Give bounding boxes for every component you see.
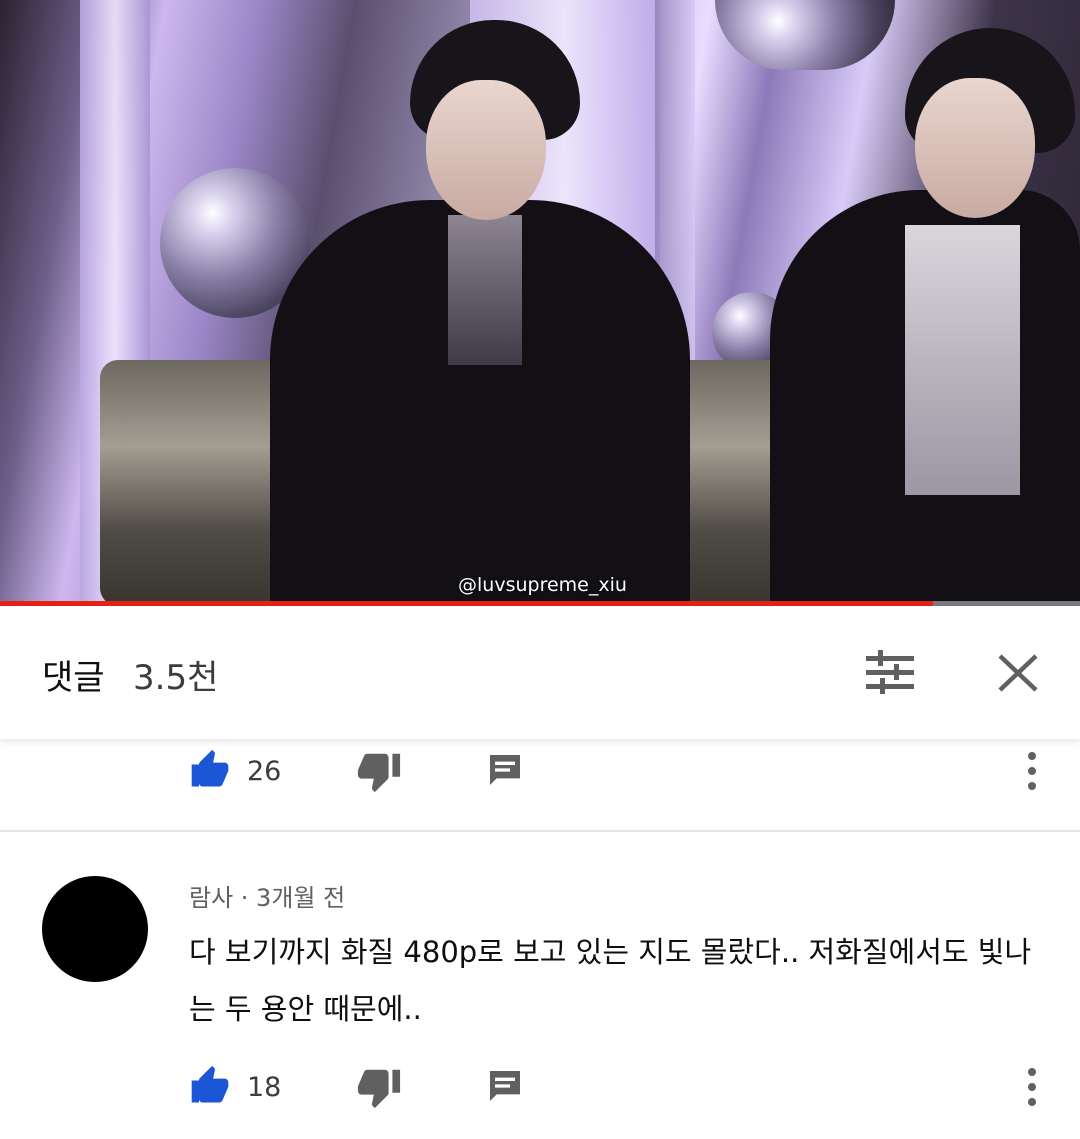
close-icon <box>998 654 1038 692</box>
avatar[interactable] <box>42 876 148 982</box>
person-right-shirt <box>905 225 1020 495</box>
person-right-face <box>915 78 1035 218</box>
more-options-button[interactable] <box>1018 1064 1046 1110</box>
more-options-button[interactable] <box>1018 748 1046 794</box>
thumbs-down-icon <box>357 753 401 793</box>
comments-title: 댓글 <box>42 658 105 698</box>
mirror-ball <box>715 0 895 70</box>
comment-meta: 람사 · 3개월 전 <box>189 884 346 912</box>
sort-button[interactable] <box>858 644 922 702</box>
video-player[interactable]: @luvsupreme_xiu <box>0 0 1080 606</box>
more-vert-icon <box>1028 752 1036 790</box>
like-count: 18 <box>247 1072 282 1103</box>
person-left-shirt <box>448 215 522 365</box>
like-button[interactable] <box>188 748 232 792</box>
like-button[interactable] <box>188 1064 232 1108</box>
video-watermark: @luvsupreme_xiu <box>458 574 627 596</box>
comment-actions: 26 <box>0 738 1080 802</box>
reply-button[interactable] <box>485 750 525 790</box>
reply-button[interactable] <box>485 1066 525 1106</box>
thumbs-down-icon <box>357 1069 401 1109</box>
comment-divider <box>0 830 1080 832</box>
dislike-button[interactable] <box>356 1064 402 1110</box>
reply-comment-icon <box>490 1071 520 1101</box>
dislike-button[interactable] <box>356 748 402 794</box>
comments-panel-header: 댓글 3.5천 <box>0 606 1080 739</box>
reply-comment-icon <box>490 755 520 785</box>
comments-count: 3.5천 <box>133 658 219 698</box>
comment-actions: 18 <box>0 1054 1080 1118</box>
person-left-face <box>426 80 546 220</box>
comment-text: 다 보기까지 화질 480p로 보고 있는 지도 몰랐다.. 저화질에서도 빛나… <box>189 935 1032 1026</box>
thumbs-up-icon <box>191 749 229 787</box>
sort-sliders-icon <box>866 650 914 694</box>
close-button[interactable] <box>990 644 1046 702</box>
like-count: 26 <box>247 756 282 787</box>
more-vert-icon <box>1028 1068 1036 1106</box>
thumbs-up-icon <box>191 1065 229 1103</box>
